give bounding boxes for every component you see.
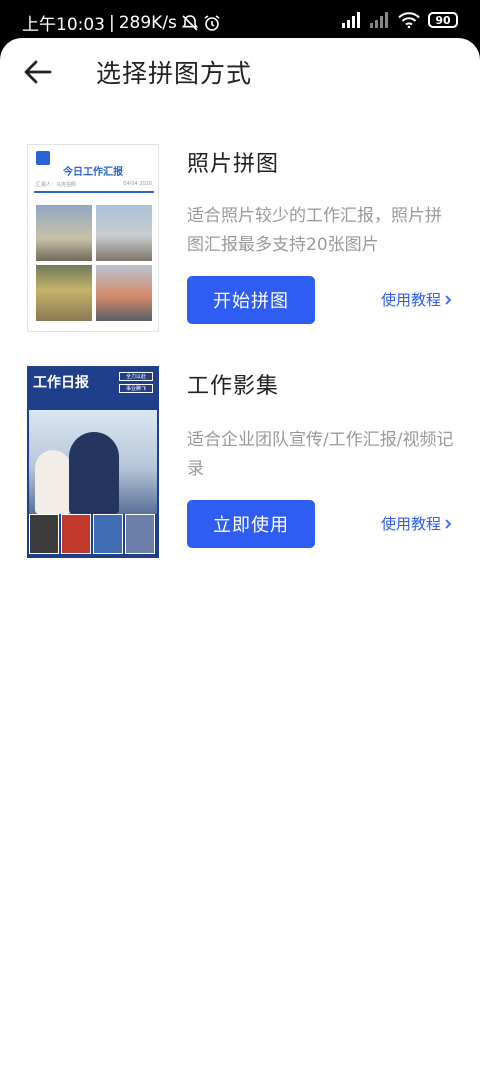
tutorial-label: 使用教程 [380,515,441,533]
wifi-icon [398,12,420,28]
thumbnail-tag: 全力以赴 [119,372,153,381]
work-album-thumbnail[interactable]: 工作日报 全力以赴 事业腾飞 [27,366,159,558]
card-title: 照片拼图 [187,152,280,177]
tutorial-label: 使用教程 [380,291,441,309]
thumbnail-meta: 汇报人：马克拍照 04/04 2020 [36,181,152,188]
bell-muted-icon [181,14,199,31]
thumbnail-tile [61,514,91,554]
app-screen: 选择拼图方式 今日工作汇报 汇报人：马克拍照 04/04 2020 照片拼图 适… [0,38,480,1067]
thumbnail-photo [96,205,152,261]
status-time: 上午10:03 [22,15,105,35]
status-divider: | [109,12,115,33]
battery-level: 90 [435,13,451,27]
start-collage-button[interactable]: 开始拼图 [187,276,315,324]
thumbnail-date: 04/04 2020 [123,181,152,187]
thumbnail-reporter-label: 汇报人： [36,182,57,188]
thumbnail-photo [29,410,157,514]
thumbnail-photo [36,265,92,321]
chevron-right-icon [445,518,452,529]
thumbnail-tile [93,514,123,554]
card-title: 工作影集 [187,374,280,399]
thumbnail-divider [34,191,154,193]
status-left: 上午10:03 | 289K/s [22,10,221,35]
tutorial-link[interactable]: 使用教程 [381,289,452,310]
thumbnail-person [69,432,119,514]
thumbnail-photo [96,265,152,321]
thumbnail-tile [125,514,155,554]
page-title: 选择拼图方式 [96,59,253,88]
signal-icon [342,12,360,28]
alarm-clock-icon [204,14,220,31]
use-now-button[interactable]: 立即使用 [187,500,315,548]
status-right: 90 [342,12,458,28]
header: 选择拼图方式 [0,38,480,110]
thumbnail-photo [36,205,92,261]
thumbnail-person [35,450,71,514]
thumbnail-reporter-name: 马克拍照 [56,182,77,188]
battery-icon: 90 [428,12,458,28]
thumbnail-tile [29,514,59,554]
card-description: 适合企业团队宣传/工作汇报/视频记录 [187,430,454,479]
status-network-speed: 289K/s [118,12,177,33]
photo-collage-thumbnail[interactable]: 今日工作汇报 汇报人：马克拍照 04/04 2020 [27,144,159,332]
thumbnail-tag: 事业腾飞 [119,384,153,393]
card-description: 适合照片较少的工作汇报，照片拼图汇报最多支持20张图片 [187,206,442,255]
tutorial-link[interactable]: 使用教程 [381,513,452,534]
thumbnail-heading: 今日工作汇报 [63,167,123,178]
arrow-left-icon[interactable] [22,56,54,88]
chevron-right-icon [445,294,452,305]
thumbnail-heading: 工作日报 [33,375,89,391]
signal-weak-icon [370,12,388,28]
